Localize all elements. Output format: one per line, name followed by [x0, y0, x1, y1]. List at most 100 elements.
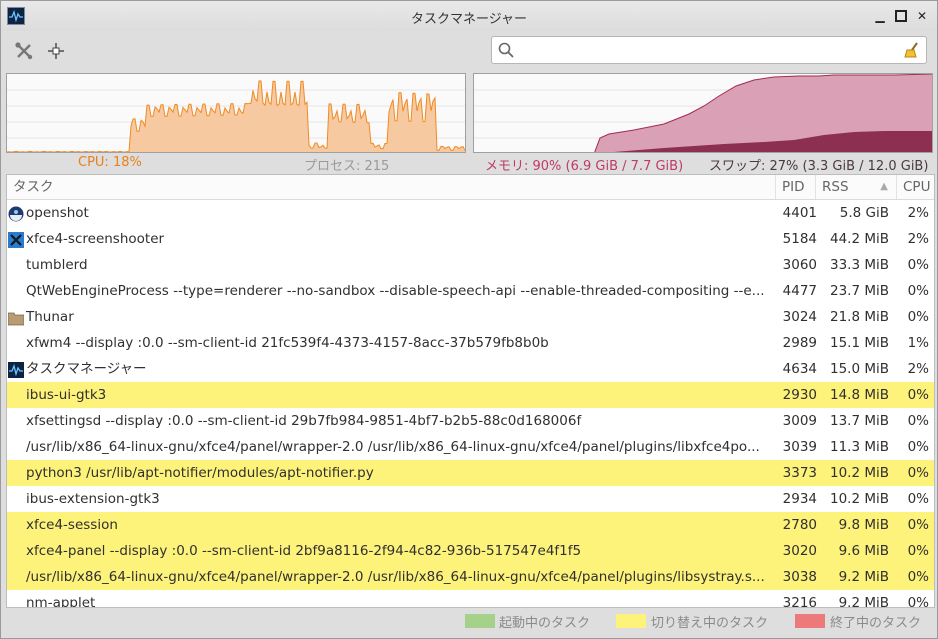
table-row[interactable]: /usr/lib/x86_64-linux-gnu/xfce4/panel/wr…	[7, 434, 934, 460]
process-cpu: 0%	[907, 543, 929, 559]
table-row[interactable]: xfsettingsd --display :0.0 --sm-client-i…	[7, 408, 934, 434]
process-pid: 3039	[782, 439, 817, 455]
process-pid: 3009	[782, 413, 817, 429]
toolbar	[1, 31, 937, 71]
column-header-pid[interactable]: PID	[776, 175, 816, 199]
process-name: xfce4-panel --display :0.0 --sm-client-i…	[26, 543, 582, 559]
memory-usage-label: メモリ: 90% (6.9 GiB / 7.7 GiB)	[485, 159, 684, 174]
table-row[interactable]: openshot 4401 5.8 GiB 2%	[7, 200, 934, 226]
process-pid: 2989	[782, 335, 817, 351]
legend-changing-label: 切り替え中のタスク	[651, 616, 769, 631]
table-row[interactable]: nm-applet 3216 9.2 MiB 0%	[7, 590, 934, 608]
process-cpu: 2%	[907, 231, 929, 247]
process-name: /usr/lib/x86_64-linux-gnu/xfce4/panel/wr…	[26, 439, 760, 455]
close-button[interactable]: ✕	[913, 7, 931, 25]
process-name: Thunar	[26, 309, 74, 325]
process-rss: 9.8 MiB	[838, 517, 889, 533]
process-rss: 21.8 MiB	[829, 309, 889, 325]
maximize-icon	[895, 10, 907, 22]
window-title: タスクマネージャー	[410, 12, 528, 27]
process-name: tumblerd	[26, 257, 88, 273]
process-name: nm-applet	[26, 595, 96, 608]
table-row[interactable]: xfce4-session 2780 9.8 MiB 0%	[7, 512, 934, 538]
process-cpu: 2%	[907, 361, 929, 377]
table-row[interactable]: Thunar 3024 21.8 MiB 0%	[7, 304, 934, 330]
cpu-usage-area	[7, 80, 465, 152]
rss-header-label: RSS	[822, 179, 849, 195]
select-window-button[interactable]	[45, 40, 67, 62]
changing-color-swatch	[616, 614, 646, 628]
settings-button[interactable]	[13, 40, 35, 62]
process-pid: 3024	[782, 309, 817, 325]
process-cpu: 0%	[907, 491, 929, 507]
openshot-icon	[8, 205, 24, 222]
process-pid: 3038	[782, 569, 817, 585]
maximize-button[interactable]	[892, 7, 910, 25]
column-header-rss[interactable]: RSS ▲	[816, 175, 897, 199]
table-row[interactable]: /usr/lib/x86_64-linux-gnu/xfce4/panel/wr…	[7, 564, 934, 590]
process-rss: 44.2 MiB	[829, 231, 889, 247]
process-pid: 4477	[782, 283, 817, 299]
crosshair-icon	[48, 43, 64, 59]
cpu-graph	[6, 73, 466, 153]
process-pid: 5184	[782, 231, 817, 247]
column-header-cpu[interactable]: CPU	[897, 175, 934, 199]
process-name: QtWebEngineProcess --type=renderer --no-…	[26, 283, 765, 299]
process-pid: 3373	[782, 465, 817, 481]
process-rss: 33.3 MiB	[829, 257, 889, 273]
memory-graph	[473, 73, 933, 153]
title-bar[interactable]: タスクマネージャー ▁ ✕	[1, 1, 937, 31]
process-table: タスク PID RSS ▲ CPU openshot 4401 5.8 GiB 2% x…	[6, 174, 935, 608]
table-row[interactable]: タスクマネージャー 4634 15.0 MiB 2%	[7, 356, 934, 382]
process-name: xfwm4 --display :0.0 --sm-client-id 21fc…	[26, 335, 549, 351]
table-row[interactable]: tumblerd 3060 33.3 MiB 0%	[7, 252, 934, 278]
legend-starting-label: 起動中のタスク	[499, 616, 591, 631]
search-box[interactable]	[491, 36, 927, 64]
process-pid: 2930	[782, 387, 817, 403]
sort-ascending-icon: ▲	[880, 181, 888, 192]
clear-search-icon[interactable]	[903, 41, 921, 59]
table-row[interactable]: xfce4-panel --display :0.0 --sm-client-i…	[7, 538, 934, 564]
process-pid: 4634	[782, 361, 817, 377]
process-cpu: 0%	[907, 257, 929, 273]
process-cpu: 0%	[907, 569, 929, 585]
close-icon: ✕	[916, 9, 928, 23]
process-rss: 15.1 MiB	[829, 335, 889, 351]
minimize-button[interactable]: ▁	[871, 7, 889, 25]
task-manager-window: タスクマネージャー ▁ ✕ CPU: 18% プロセス: 215 メモリ: 90…	[0, 0, 938, 639]
table-row[interactable]: xfce4-screenshooter 5184 44.2 MiB 2%	[7, 226, 934, 252]
table-row[interactable]: QtWebEngineProcess --type=renderer --no-…	[7, 278, 934, 304]
search-input[interactable]	[520, 40, 894, 62]
cpu-usage-label: CPU: 18%	[78, 155, 142, 170]
process-list: openshot 4401 5.8 GiB 2% xfce4-screenshooter…	[7, 200, 934, 608]
table-row[interactable]: xfwm4 --display :0.0 --sm-client-id 21fc…	[7, 330, 934, 356]
process-rss: 11.3 MiB	[829, 439, 889, 455]
swap-usage-label: スワップ: 27% (3.3 GiB / 12.0 GiB)	[709, 159, 929, 174]
process-count-label: プロセス: 215	[304, 159, 390, 174]
column-header-task[interactable]: タスク	[7, 175, 776, 199]
table-row[interactable]: ibus-ui-gtk3 2930 14.8 MiB 0%	[7, 382, 934, 408]
table-row[interactable]: python3 /usr/lib/apt-notifier/modules/ap…	[7, 460, 934, 486]
process-cpu: 0%	[907, 517, 929, 533]
process-name: タスクマネージャー	[26, 361, 147, 377]
process-cpu: 0%	[907, 283, 929, 299]
legend: 起動中のタスク 切り替え中のタスク 終了中のタスク	[1, 609, 937, 637]
process-name: xfce4-session	[26, 517, 118, 533]
process-cpu: 1%	[907, 335, 929, 351]
process-pid: 2934	[782, 491, 817, 507]
process-name: ibus-ui-gtk3	[26, 387, 107, 403]
process-rss: 9.2 MiB	[838, 569, 889, 585]
legend-terminating-label: 終了中のタスク	[830, 616, 922, 631]
table-row[interactable]: ibus-extension-gtk3 2934 10.2 MiB 0%	[7, 486, 934, 512]
process-rss: 23.7 MiB	[829, 283, 889, 299]
minimize-icon: ▁	[875, 9, 885, 23]
process-name: xfsettingsd --display :0.0 --sm-client-i…	[26, 413, 582, 429]
process-cpu: 0%	[907, 413, 929, 429]
process-cpu: 0%	[907, 309, 929, 325]
process-cpu: 0%	[907, 439, 929, 455]
search-icon	[498, 42, 514, 58]
terminating-color-swatch	[795, 614, 825, 628]
starting-color-swatch	[465, 614, 495, 628]
process-name: python3 /usr/lib/apt-notifier/modules/ap…	[26, 465, 374, 481]
screenshooter-icon	[8, 231, 24, 248]
